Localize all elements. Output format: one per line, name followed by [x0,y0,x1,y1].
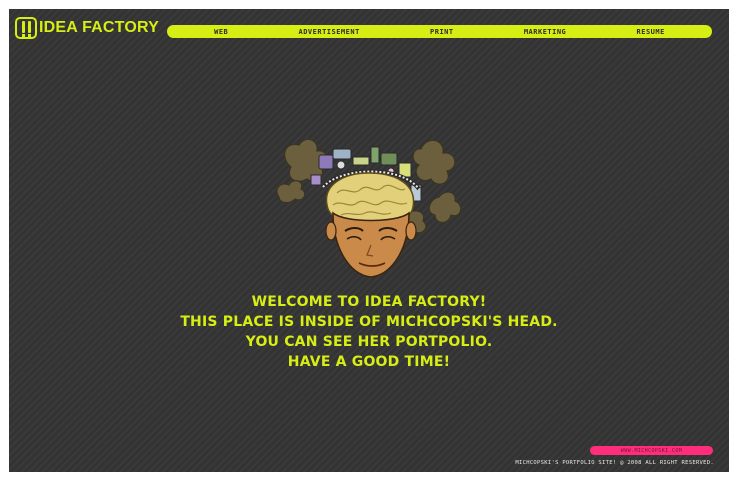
website-url-link[interactable]: WWW.MICHCOPSKI.COM [590,446,713,455]
main-navigation: WEB ADVERTISEMENT PRINT MARKETING RESUME [167,25,712,38]
welcome-line: YOU CAN SEE HER PORTPOLIO. [245,334,493,350]
nav-item-marketing[interactable]: MARKETING [524,28,566,36]
page-stage: IDEA FACTORY WEB ADVERTISEMENT PRINT MAR… [9,9,729,472]
welcome-line: THIS PLACE IS INSIDE OF MICHCOPSKI'S HEA… [180,314,558,330]
copyright-text: MICHCOPSKI'S PORTFOLIO SITE! @ 2008 ALL … [515,460,714,466]
nav-item-resume[interactable]: RESUME [637,28,665,36]
welcome-message: WELCOME TO IDEA FACTORY! THIS PLACE IS I… [9,292,729,372]
welcome-line: HAVE A GOOD TIME! [287,354,451,370]
nav-item-print[interactable]: PRINT [430,28,454,36]
exclamation-logo-icon [15,17,37,39]
logo-text: IDEA FACTORY [39,19,160,36]
site-logo[interactable]: IDEA FACTORY [15,15,159,41]
nav-item-web[interactable]: WEB [214,28,228,36]
nav-item-advertisement[interactable]: ADVERTISEMENT [299,28,360,36]
woman-head-with-brain-illustration [276,138,462,278]
welcome-line: WELCOME TO IDEA FACTORY! [251,294,487,310]
